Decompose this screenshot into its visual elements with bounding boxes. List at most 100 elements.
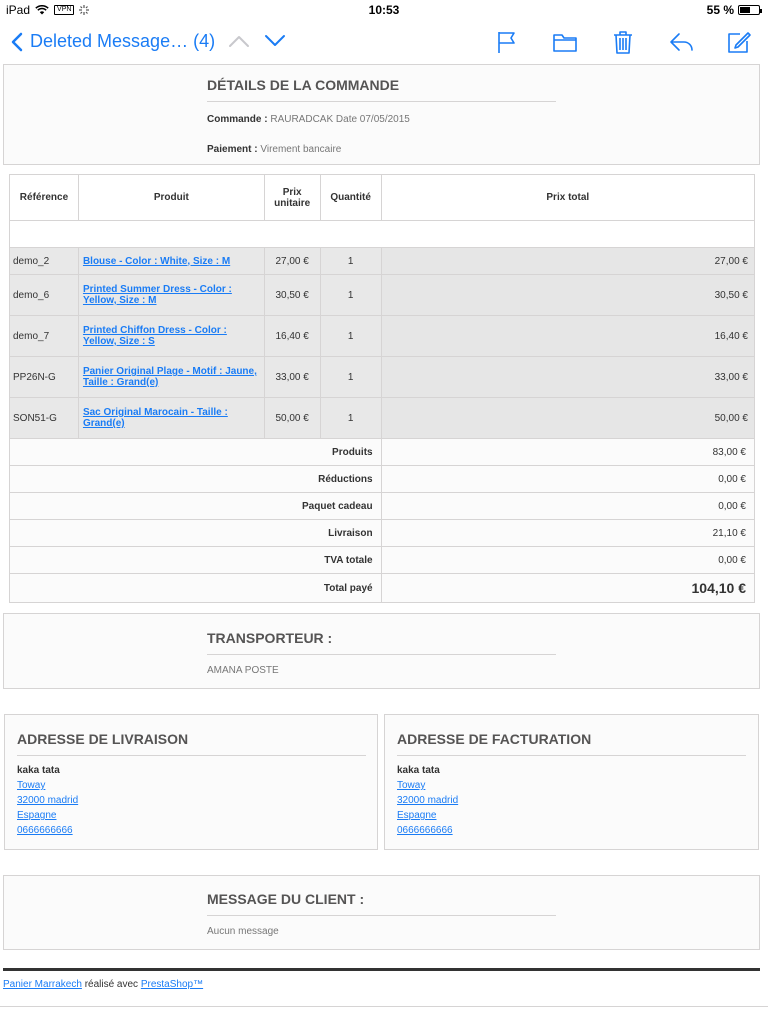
footer-divider [3, 968, 760, 971]
shipping-address-line[interactable]: Toway [17, 778, 366, 793]
column-header-total: Prix total [380, 174, 756, 221]
row-total: 33,00 € [380, 356, 756, 398]
table-row: demo_2 Blouse - Color : White, Size : M … [9, 247, 756, 275]
billing-address-line[interactable]: Toway [397, 778, 746, 793]
summary-row-products: Produits 83,00 € [9, 438, 756, 466]
shipping-name: kaka tata [17, 765, 60, 776]
row-reference: PP26N-G [9, 356, 79, 398]
billing-address-panel: ADRESSE DE FACTURATION kaka tata Toway 3… [384, 714, 759, 850]
shipping-address-lines: kaka tata Toway 32000 madrid Espagne 066… [17, 763, 366, 838]
billing-address-title: ADRESSE DE FACTURATION [397, 731, 746, 756]
summary-label: Paquet cadeau [9, 492, 382, 520]
row-unit-price: 16,40 € [263, 315, 321, 357]
row-unit-price: 30,50 € [263, 274, 321, 316]
column-header-product: Produit [77, 174, 265, 221]
folder-icon[interactable] [552, 30, 578, 54]
row-quantity: 1 [319, 274, 382, 316]
summary-label: Total payé [9, 573, 382, 603]
summary-row-total-paid: Total payé 104,10 € [9, 573, 756, 603]
summary-value: 83,00 € [380, 438, 756, 466]
row-total: 50,00 € [380, 397, 756, 439]
row-reference: demo_2 [9, 247, 79, 275]
row-product: Blouse - Color : White, Size : M [77, 247, 265, 275]
table-row: demo_6 Printed Summer Dress - Color : Ye… [9, 274, 756, 316]
reply-icon[interactable] [668, 30, 694, 54]
trash-icon[interactable] [610, 30, 636, 54]
row-unit-price: 33,00 € [263, 356, 321, 398]
order-payment-value: Virement bancaire [260, 144, 342, 155]
status-bar: iPad VPN 10:53 55 % [0, 0, 768, 20]
battery-fill [740, 7, 750, 13]
product-link[interactable]: Printed Chiffon Dress - Color : Yellow, … [83, 325, 227, 347]
summary-row-shipping: Livraison 21,10 € [9, 519, 756, 547]
column-header-reference: Référence [9, 174, 79, 221]
row-reference: SON51-G [9, 397, 79, 439]
summary-row-discounts: Réductions 0,00 € [9, 465, 756, 493]
shipping-phone[interactable]: 0666666666 [17, 823, 366, 838]
shop-link[interactable]: Panier Marrakech [3, 979, 82, 990]
carrier-value: AMANA POSTE [207, 665, 279, 676]
footer: Panier Marrakech réalisé avec PrestaShop… [3, 979, 203, 990]
back-button[interactable]: Deleted Message… (4) [10, 31, 215, 52]
battery-icon [738, 5, 762, 15]
clock: 10:53 [368, 3, 400, 17]
chevron-up-icon[interactable] [228, 33, 250, 49]
customer-message-title: MESSAGE DU CLIENT : [207, 891, 556, 916]
order-table: Référence Produit Prix unitaire Quantité … [9, 174, 756, 603]
shipping-address-panel: ADRESSE DE LIVRAISON kaka tata Toway 320… [4, 714, 378, 850]
product-link[interactable]: Blouse - Color : White, Size : M [83, 256, 230, 267]
flag-icon[interactable] [494, 30, 520, 54]
order-command: Commande : RAURADCAK Date 07/05/2015 [207, 114, 556, 125]
column-header-unit-price: Prix unitaire [263, 174, 321, 221]
row-reference: demo_6 [9, 274, 79, 316]
customer-message-value: Aucun message [207, 926, 279, 937]
order-details-panel: DÉTAILS DE LA COMMANDE Commande : RAURAD… [3, 64, 760, 165]
footer-text: réalisé avec [81, 979, 141, 990]
product-link[interactable]: Printed Summer Dress - Color : Yellow, S… [83, 284, 232, 306]
product-link[interactable]: Panier Original Plage - Motif : Jaune, T… [83, 366, 257, 388]
chevron-down-icon[interactable] [264, 33, 286, 49]
carrier-title: TRANSPORTEUR : [207, 630, 556, 655]
row-total: 30,50 € [380, 274, 756, 316]
order-payment-label: Paiement : [207, 144, 258, 155]
row-quantity: 1 [319, 397, 382, 439]
row-reference: demo_7 [9, 315, 79, 357]
billing-city[interactable]: 32000 madrid [397, 793, 746, 808]
carrier-panel: TRANSPORTEUR : AMANA POSTE [3, 613, 760, 689]
row-quantity: 1 [319, 356, 382, 398]
table-header-row: Référence Produit Prix unitaire Quantité … [9, 174, 756, 221]
column-header-quantity: Quantité [319, 174, 382, 221]
bottom-divider [0, 1006, 768, 1007]
shipping-city[interactable]: 32000 madrid [17, 793, 366, 808]
back-label: Deleted Message… (4) [30, 31, 216, 51]
summary-label: Livraison [9, 519, 382, 547]
summary-value: 0,00 € [380, 465, 756, 493]
total-paid-value: 104,10 € [380, 573, 756, 603]
billing-country[interactable]: Espagne [397, 808, 746, 823]
shipping-country[interactable]: Espagne [17, 808, 366, 823]
table-spacer-row [9, 220, 755, 248]
row-product: Printed Summer Dress - Color : Yellow, S… [77, 274, 265, 316]
summary-value: 0,00 € [380, 492, 756, 520]
row-quantity: 1 [319, 247, 382, 275]
row-total: 27,00 € [380, 247, 756, 275]
order-command-value: RAURADCAK Date 07/05/2015 [270, 114, 410, 125]
prestashop-link[interactable]: PrestaShop™ [141, 979, 203, 990]
summary-label: TVA totale [9, 546, 382, 574]
mail-toolbar: Deleted Message… (4) [0, 20, 768, 64]
billing-address-lines: kaka tata Toway 32000 madrid Espagne 066… [397, 763, 746, 838]
row-product: Sac Original Marocain - Taille : Grand(e… [77, 397, 265, 439]
summary-label: Produits [9, 438, 382, 466]
billing-name: kaka tata [397, 765, 440, 776]
row-quantity: 1 [319, 315, 382, 357]
row-product: Panier Original Plage - Motif : Jaune, T… [77, 356, 265, 398]
compose-icon[interactable] [726, 30, 752, 54]
message-navigation [228, 33, 286, 49]
table-row: SON51-G Sac Original Marocain - Taille :… [9, 397, 756, 439]
battery-percent: 55 % [706, 3, 734, 17]
customer-message-panel: MESSAGE DU CLIENT : Aucun message [3, 875, 760, 950]
product-link[interactable]: Sac Original Marocain - Taille : Grand(e… [83, 407, 228, 429]
billing-phone[interactable]: 0666666666 [397, 823, 746, 838]
order-command-label: Commande : [207, 114, 268, 125]
summary-row-tax: TVA totale 0,00 € [9, 546, 756, 574]
